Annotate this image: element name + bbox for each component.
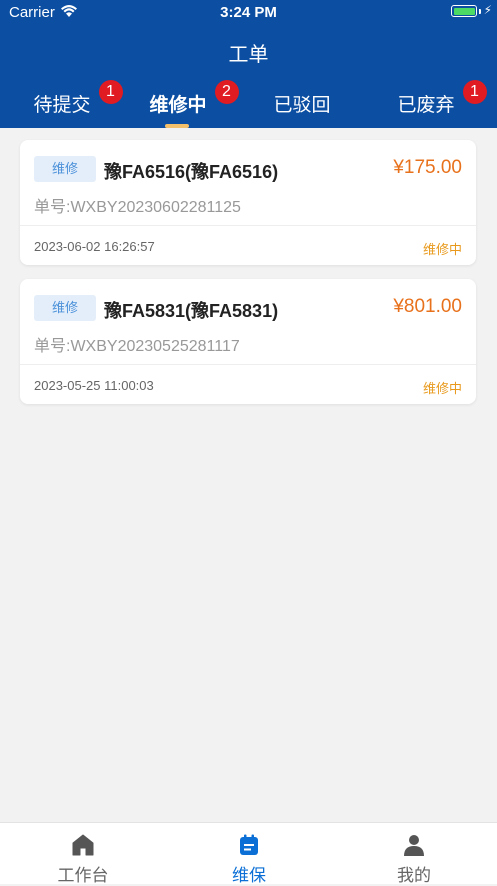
- divider: [20, 364, 476, 365]
- order-number: 单号:WXBY20230602281125: [34, 199, 241, 216]
- user-icon: [404, 835, 424, 856]
- divider: [20, 225, 476, 226]
- battery-icon: [451, 5, 477, 17]
- tab-discarded[interactable]: 已废弃 1: [364, 80, 488, 117]
- tab-pending-submit[interactable]: 待提交 1: [0, 80, 124, 117]
- order-status: 维修中: [422, 242, 462, 257]
- tabbar-mine[interactable]: 我的: [331, 823, 497, 885]
- home-icon: [72, 834, 94, 856]
- bottom-tab-bar: 工作台 维保 我的: [0, 822, 497, 885]
- plate-number: 豫FA6516(豫FA6516): [104, 162, 279, 182]
- header: Carrier 3:24 PM ⚡ 工单 待提交 1 维修中 2 已驳回 已废弃 1: [0, 0, 497, 128]
- tab-badge: 2: [214, 80, 239, 104]
- active-tab-indicator: [165, 124, 189, 128]
- order-price: ¥175.00: [393, 157, 462, 178]
- calendar-icon: [240, 834, 258, 855]
- status-bar: Carrier 3:24 PM ⚡: [0, 0, 497, 26]
- tab-label: 待提交: [33, 95, 91, 116]
- tabbar-maintenance[interactable]: 维保: [166, 823, 332, 885]
- order-type-tag: 维修: [34, 295, 96, 321]
- tabbar-workbench[interactable]: 工作台: [0, 823, 166, 885]
- charging-icon: ⚡: [483, 3, 492, 17]
- tab-badge: 1: [462, 80, 487, 104]
- order-card[interactable]: 维修 豫FA6516(豫FA6516) ¥175.00 单号:WXBY20230…: [20, 140, 476, 265]
- tabbar-label: 工作台: [57, 866, 109, 885]
- order-card[interactable]: 维修 豫FA5831(豫FA5831) ¥801.00 单号:WXBY20230…: [20, 279, 476, 404]
- tab-in-repair[interactable]: 维修中 2: [116, 80, 240, 117]
- order-type-tag: 维修: [34, 156, 96, 182]
- tab-label: 维修中: [149, 95, 207, 116]
- order-date: 2023-05-25 11:00:03: [34, 378, 154, 393]
- tabbar-label: 维保: [232, 866, 266, 885]
- tabbar-label: 我的: [397, 866, 431, 885]
- order-number: 单号:WXBY20230525281117: [34, 338, 240, 355]
- order-price: ¥801.00: [393, 296, 462, 317]
- order-status: 维修中: [422, 381, 462, 396]
- clock: 3:24 PM: [220, 4, 277, 21]
- battery-tip: [479, 9, 481, 14]
- tab-label: 已废弃: [397, 95, 455, 116]
- page-title: 工单: [228, 44, 269, 66]
- tab-rejected[interactable]: 已驳回: [240, 90, 364, 117]
- tab-label: 已驳回: [273, 95, 331, 116]
- order-date: 2023-06-02 16:26:57: [34, 239, 155, 254]
- plate-number: 豫FA5831(豫FA5831): [104, 301, 279, 321]
